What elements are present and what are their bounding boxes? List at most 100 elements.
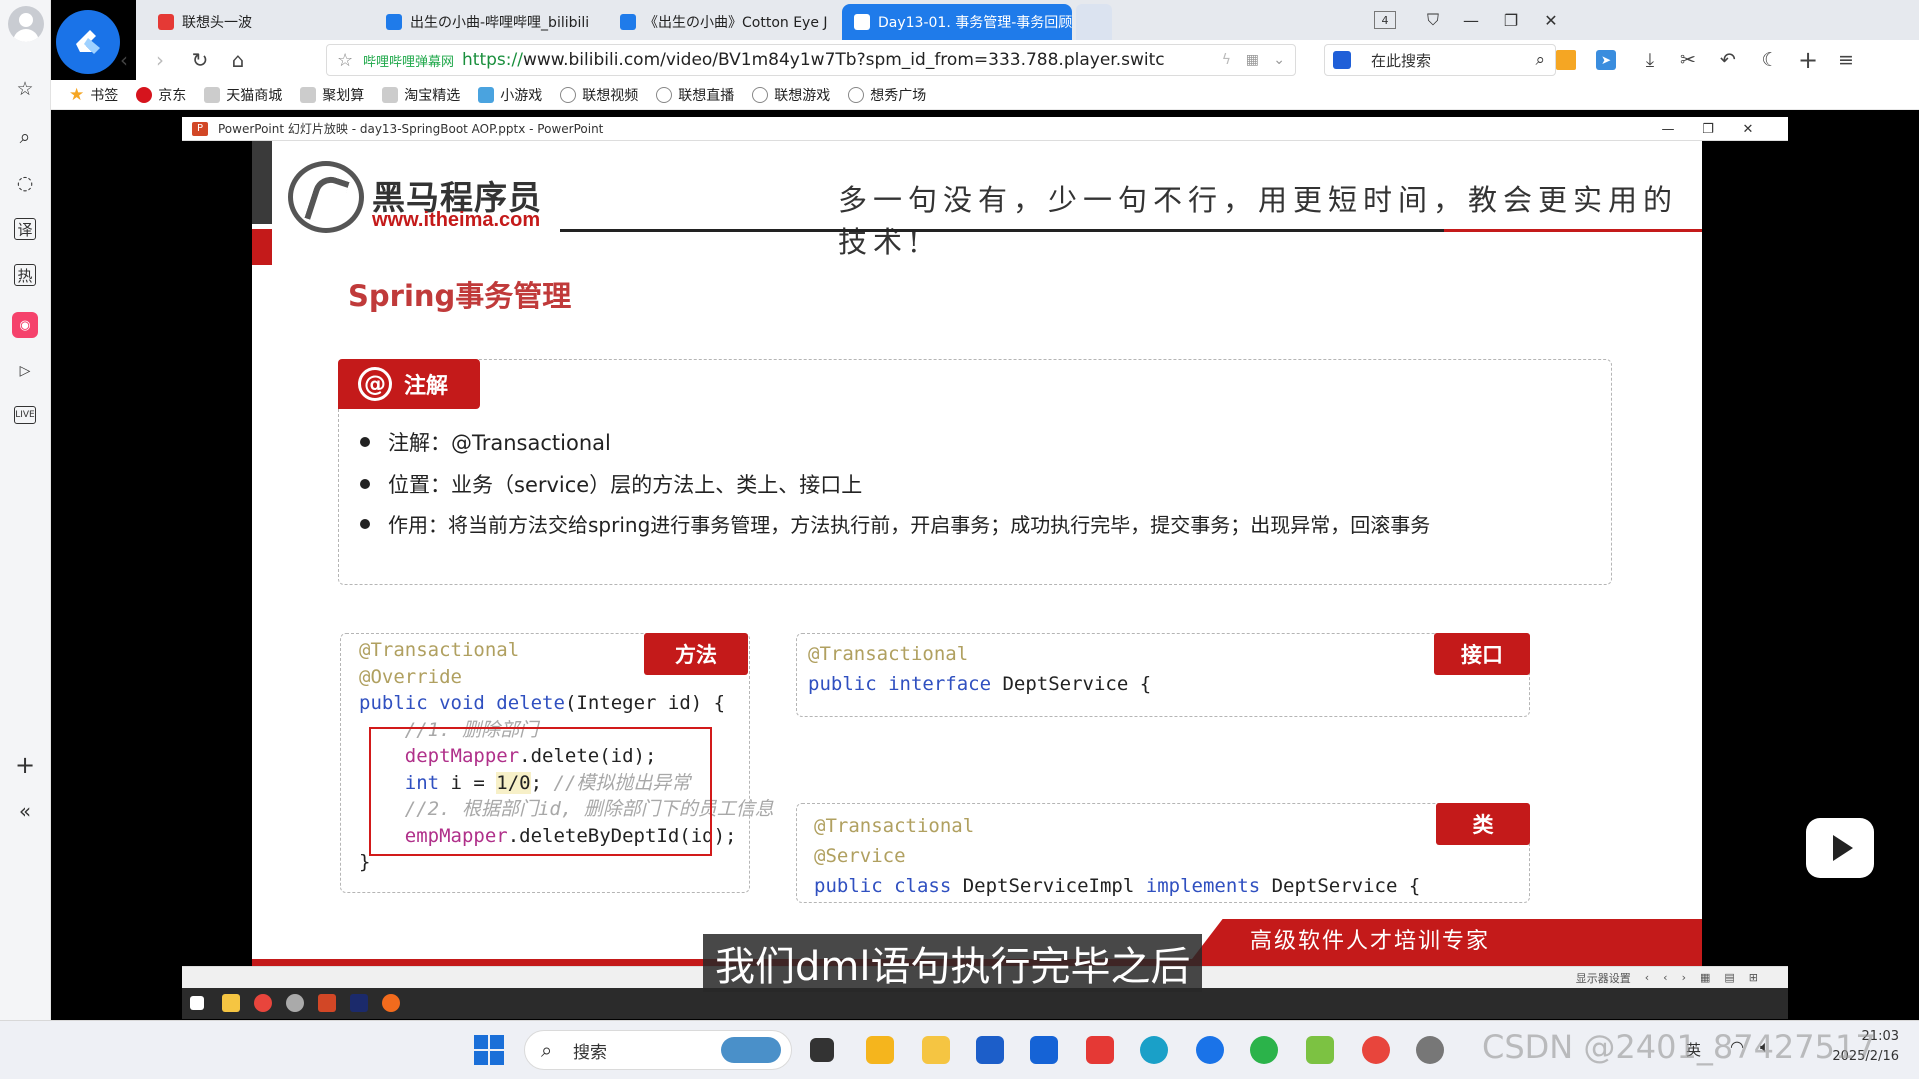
- qr-icon[interactable]: ▦: [1246, 52, 1259, 68]
- star-icon[interactable]: ☆: [12, 76, 38, 102]
- at-icon: @: [358, 367, 392, 401]
- ppt-close-icon[interactable]: ✕: [1738, 119, 1758, 139]
- bookmark-item[interactable]: 天猫商城: [204, 85, 282, 105]
- logo-url: www.itheima.com: [372, 209, 541, 231]
- dolphin-icon: [721, 1037, 781, 1063]
- file-explorer-icon[interactable]: [922, 1036, 950, 1064]
- normal-view-icon[interactable]: ▦: [1700, 971, 1710, 984]
- chrome-icon[interactable]: [254, 994, 272, 1012]
- lightning-icon[interactable]: ϟ: [1222, 52, 1231, 68]
- prev-icon[interactable]: ‹: [1663, 971, 1667, 984]
- menu-icon[interactable]: ≡: [1834, 48, 1858, 72]
- file-explorer-icon[interactable]: [222, 994, 240, 1012]
- lenovo-browser-icon[interactable]: [1196, 1036, 1224, 1064]
- scissors-icon[interactable]: ✂: [1676, 48, 1700, 72]
- search-icon[interactable]: ⌕: [12, 124, 38, 150]
- add-icon[interactable]: +: [12, 751, 38, 779]
- url-text: www.bilibili.com/video/BV1m84y1w7Tb?spm_…: [522, 50, 1165, 70]
- collapse-icon[interactable]: «: [12, 798, 38, 824]
- chevron-down-icon[interactable]: ⌄: [1273, 52, 1285, 68]
- add-icon[interactable]: +: [1796, 46, 1820, 74]
- hot-icon[interactable]: 热: [14, 264, 36, 286]
- bookmark-item[interactable]: 联想直播: [656, 85, 734, 105]
- restore-icon[interactable]: ❐: [1498, 8, 1524, 32]
- bookmark-item[interactable]: ★ 书签: [69, 85, 118, 105]
- tab-bilibili-1[interactable]: 出生の小曲-哔哩哔哩_bilibili: [374, 4, 604, 40]
- shirt-skin-icon[interactable]: ⛉: [1420, 8, 1446, 32]
- prev-icon[interactable]: ‹: [1645, 971, 1649, 984]
- csdn-watermark: CSDN @2401_87427517: [1482, 1028, 1876, 1066]
- annotation-tag-label: 注解: [404, 374, 449, 399]
- store-icon[interactable]: [976, 1036, 1004, 1064]
- itheima-horse-logo-icon: [288, 161, 364, 233]
- globe-icon: [560, 86, 577, 103]
- ppt-restore-icon[interactable]: ❐: [1698, 119, 1718, 139]
- bookmark-item[interactable]: 联想视频: [560, 85, 638, 105]
- settings-icon[interactable]: [1416, 1036, 1444, 1064]
- powerpoint-icon[interactable]: [318, 994, 336, 1012]
- home-icon[interactable]: ⌂: [224, 46, 252, 74]
- close-window-icon[interactable]: ✕: [1538, 8, 1564, 32]
- tab-lenovo[interactable]: 联想头一波: [146, 4, 376, 40]
- bookmark-item[interactable]: 想秀广场: [848, 85, 926, 105]
- search-box[interactable]: 在此搜索 ⌕: [1324, 44, 1556, 76]
- intellij-icon[interactable]: [350, 994, 368, 1012]
- postman-icon[interactable]: [382, 994, 400, 1012]
- user-avatar[interactable]: [8, 6, 44, 42]
- tab-day13-active[interactable]: Day13-01. 事务管理-事务回顾 ✕: [842, 4, 1072, 40]
- download-icon[interactable]: ⤓: [1638, 48, 1662, 72]
- extension-send-icon[interactable]: ➤: [1596, 50, 1616, 70]
- search-icon: ⌕: [541, 1038, 553, 1062]
- chrome-icon[interactable]: [1362, 1036, 1390, 1064]
- back-icon[interactable]: ‹: [110, 46, 138, 74]
- search-placeholder: 在此搜索: [1371, 51, 1432, 70]
- bullet-item: 作用：将当前方法交给spring进行事务管理，方法执行前，开启事务；成功执行完毕…: [360, 509, 1430, 538]
- forward-icon[interactable]: ›: [146, 46, 174, 74]
- app-icon[interactable]: ◉: [12, 312, 38, 338]
- reading-view-icon[interactable]: ▤: [1724, 971, 1734, 984]
- next-icon[interactable]: ›: [1682, 971, 1686, 984]
- edge-icon[interactable]: [1140, 1036, 1168, 1064]
- windows-start-icon[interactable]: [190, 996, 204, 1010]
- live-icon[interactable]: LIVE: [14, 406, 36, 424]
- bookmark-item[interactable]: 京东: [136, 85, 186, 105]
- bookmark-item[interactable]: 聚划算: [300, 85, 364, 105]
- video-icon[interactable]: ▷: [12, 358, 38, 384]
- minimize-icon[interactable]: —: [1458, 8, 1484, 32]
- tab-count-badge[interactable]: 4: [1374, 11, 1396, 29]
- extension-orange-icon[interactable]: [1556, 50, 1576, 70]
- task-view-icon[interactable]: [810, 1038, 834, 1062]
- ppt-minimize-icon[interactable]: —: [1658, 119, 1678, 139]
- address-bar[interactable]: ☆ 哔哩哔哩弹幕网 https:// www.bilibili.com/vide…: [326, 44, 1296, 76]
- bookmark-item[interactable]: 淘宝精选: [382, 85, 460, 105]
- moon-icon[interactable]: ☾: [1758, 48, 1782, 72]
- search-icon[interactable]: ⌕: [1535, 50, 1545, 70]
- lenovo-vantage-icon[interactable]: [1030, 1036, 1058, 1064]
- tab-label: Day13-01. 事务管理-事务回顾: [878, 15, 1072, 31]
- app-icon[interactable]: [286, 994, 304, 1012]
- taobao-icon: [382, 86, 399, 103]
- bookmark-item[interactable]: 小游戏: [478, 85, 542, 105]
- chat-icon[interactable]: ◌: [12, 170, 38, 196]
- slideshow-icon[interactable]: ⊞: [1749, 971, 1758, 984]
- new-tab-button[interactable]: [1076, 4, 1112, 40]
- wps-icon[interactable]: [1086, 1036, 1114, 1064]
- app-icon[interactable]: [1306, 1036, 1334, 1064]
- undo-icon[interactable]: ↶: [1716, 48, 1740, 72]
- bookmark-star-icon[interactable]: ☆: [337, 50, 353, 71]
- wechat-icon[interactable]: [1250, 1036, 1278, 1064]
- inner-taskbar: [182, 988, 1788, 1019]
- taskbar-search[interactable]: ⌕ 搜索: [524, 1030, 792, 1070]
- reload-icon[interactable]: ↻: [186, 46, 214, 74]
- bilibili-float-icon[interactable]: [1806, 818, 1874, 878]
- tab-bilibili-2[interactable]: 《出生の小曲》Cotton Eye Joe双: [608, 4, 828, 40]
- slide-accent-bar: [252, 141, 272, 224]
- site-name: 哔哩哔哩弹幕网: [363, 54, 455, 70]
- display-settings-button[interactable]: 显示器设置: [1576, 970, 1631, 986]
- bullet-text: 位置：业务（service）层的方法上、类上、接口上: [388, 473, 863, 497]
- windows-start-icon[interactable]: [474, 1035, 504, 1065]
- search-engine-icon[interactable]: [1333, 51, 1351, 69]
- app-icon[interactable]: [866, 1036, 894, 1064]
- bookmark-item[interactable]: 联想游戏: [752, 85, 830, 105]
- translate-icon[interactable]: 译: [14, 218, 36, 240]
